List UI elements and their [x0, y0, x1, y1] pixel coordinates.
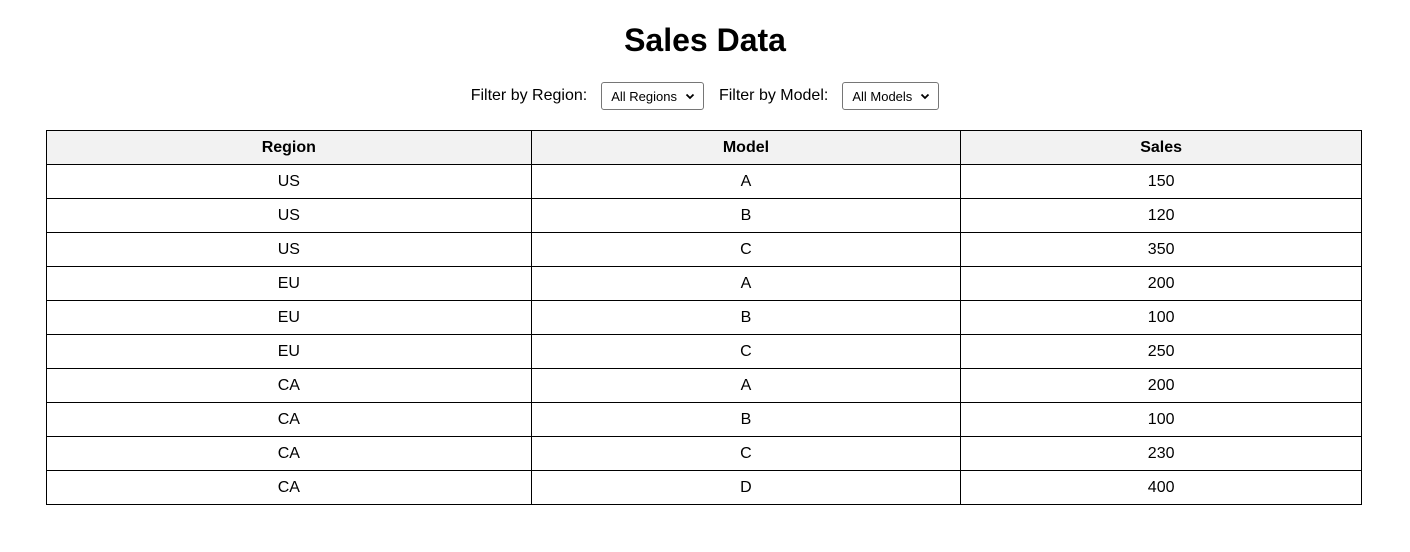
- table-row: EU A 200: [46, 266, 1362, 301]
- table-row: CA D 400: [46, 470, 1362, 505]
- cell-sales: 350: [960, 232, 1362, 267]
- cell-model: C: [530, 232, 962, 267]
- column-header-sales: Sales: [960, 130, 1362, 165]
- table-row: US A 150: [46, 164, 1362, 199]
- cell-model: D: [530, 470, 962, 505]
- cell-region: CA: [46, 368, 532, 403]
- cell-model: C: [530, 436, 962, 471]
- table-header-row: Region Model Sales: [46, 130, 1362, 165]
- cell-model: B: [530, 300, 962, 335]
- page-title: Sales Data: [624, 22, 786, 58]
- table-row: CA B 100: [46, 402, 1362, 437]
- cell-sales: 230: [960, 436, 1362, 471]
- cell-sales: 200: [960, 368, 1362, 403]
- cell-model: A: [530, 368, 962, 403]
- table-row: CA C 230: [46, 436, 1362, 471]
- chevron-down-icon: [685, 93, 695, 100]
- table-row: EU B 100: [46, 300, 1362, 335]
- page: Sales Data Filter by Region: All Regions…: [0, 0, 1410, 552]
- table-row: CA A 200: [46, 368, 1362, 403]
- cell-model: A: [530, 266, 962, 301]
- region-filter-label: Filter by Region:: [470, 87, 588, 104]
- table-row: US C 350: [46, 232, 1362, 267]
- table-row: US B 120: [46, 198, 1362, 233]
- cell-model: B: [530, 402, 962, 437]
- model-filter-value: All Models: [852, 88, 913, 104]
- cell-region: CA: [46, 436, 532, 471]
- cell-region: EU: [46, 266, 532, 301]
- model-filter-label: Filter by Model:: [718, 87, 829, 104]
- cell-region: US: [46, 164, 532, 199]
- cell-region: US: [46, 232, 532, 267]
- filter-bar: Filter by Region: All Regions Filter by …: [0, 82, 1410, 110]
- table-row: EU C 250: [46, 334, 1362, 369]
- cell-sales: 150: [960, 164, 1362, 199]
- region-filter-select[interactable]: All Regions: [601, 82, 704, 110]
- column-header-model: Model: [530, 130, 962, 165]
- column-header-region: Region: [46, 130, 532, 165]
- cell-region: CA: [46, 470, 532, 505]
- cell-region: EU: [46, 334, 532, 369]
- cell-region: EU: [46, 300, 532, 335]
- cell-sales: 100: [960, 300, 1362, 335]
- cell-model: C: [530, 334, 962, 369]
- cell-region: CA: [46, 402, 532, 437]
- chevron-down-icon: [921, 93, 930, 100]
- cell-region: US: [46, 198, 532, 233]
- cell-model: B: [530, 198, 962, 233]
- model-filter-select[interactable]: All Models: [842, 82, 940, 110]
- cell-sales: 120: [960, 198, 1362, 233]
- cell-model: A: [530, 164, 962, 199]
- region-filter-value: All Regions: [611, 88, 677, 104]
- cell-sales: 250: [960, 334, 1362, 369]
- sales-table: Region Model Sales US A 150 US B 120 US …: [46, 130, 1362, 505]
- cell-sales: 400: [960, 470, 1362, 505]
- cell-sales: 100: [960, 402, 1362, 437]
- cell-sales: 200: [960, 266, 1362, 301]
